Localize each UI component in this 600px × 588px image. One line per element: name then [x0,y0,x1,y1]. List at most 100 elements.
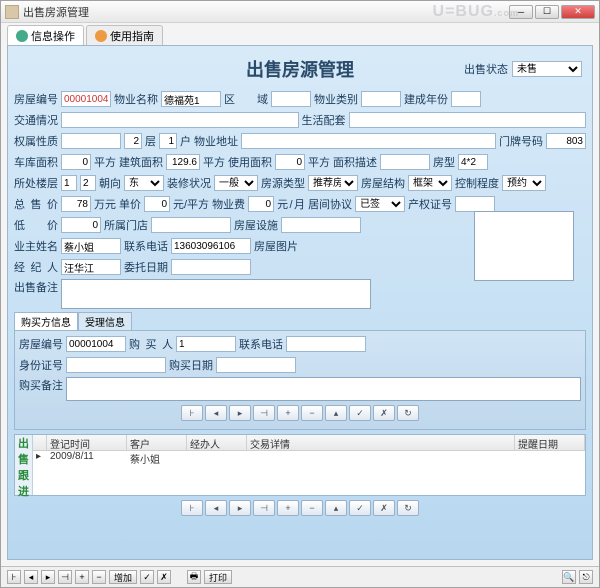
life-input[interactable] [349,112,587,128]
b-remark-textarea[interactable] [66,377,581,401]
house-image[interactable] [474,211,574,281]
bb-add[interactable]: + [75,570,89,584]
fu-prev-button[interactable]: ◂ [205,500,227,516]
bb-cancel[interactable]: ✗ [157,570,171,584]
deco-select[interactable]: 一般 [214,175,258,191]
fu-cancel-button[interactable]: ✗ [373,500,395,516]
table-row[interactable]: ▸ 2009/8/11 蔡小姐 [33,451,585,465]
help-icon [95,30,107,42]
subtab-buyer[interactable]: 购买方信息 [14,312,78,330]
fu-delete-button[interactable]: − [301,500,323,516]
bb-exit[interactable]: ⎋ [579,570,593,584]
fee-input[interactable] [248,196,274,212]
door-input[interactable] [546,133,586,149]
prop-name-input[interactable] [161,91,221,107]
tab-info[interactable]: 信息操作 [7,25,84,45]
shop-label: 所属门店 [104,217,148,233]
refresh-button[interactable]: ↻ [397,405,419,421]
bb-first[interactable]: ⊦ [7,570,21,584]
bb-confirm[interactable]: ✓ [140,570,154,584]
b-houseno-label: 房屋编号 [19,336,63,352]
deco-label: 装修状况 [167,175,211,191]
tel-label: 联系电话 [124,238,168,254]
build-year-input[interactable] [451,91,481,107]
b-id-input[interactable] [66,357,166,373]
fu-edit-button[interactable]: ▴ [325,500,347,516]
delete-button[interactable]: − [301,405,323,421]
house-no-input[interactable] [61,91,111,107]
watermark: U=BUG.com [433,3,519,21]
tab-guide[interactable]: 使用指南 [86,25,163,45]
ctrl-select[interactable]: 预约 [502,175,546,191]
traffic-input[interactable] [61,112,299,128]
fu-first-button[interactable]: ⊦ [181,500,203,516]
edit-button[interactable]: ▴ [325,405,347,421]
buyer-navbar: ⊦ ◂ ▸ ⊣ + − ▴ ✓ ✗ ↻ [19,405,581,421]
remark-textarea[interactable] [61,279,371,309]
floor-input[interactable] [124,133,142,149]
bb-prev[interactable]: ◂ [24,570,38,584]
fu-next-button[interactable]: ▸ [229,500,251,516]
add-button[interactable]: + [277,405,299,421]
cancel-button[interactable]: ✗ [373,405,395,421]
bb-last[interactable]: ⊣ [58,570,72,584]
subtab-accept[interactable]: 受理信息 [78,312,132,330]
area-input[interactable] [271,91,311,107]
fu-refresh-button[interactable]: ↻ [397,500,419,516]
b-buyer-input[interactable] [176,336,236,352]
garage-input[interactable] [61,154,91,170]
confirm-button[interactable]: ✓ [349,405,371,421]
tel-input[interactable] [171,238,251,254]
first-button[interactable]: ⊦ [181,405,203,421]
fu-confirm-button[interactable]: ✓ [349,500,371,516]
prop-name-label: 物业名称 [114,91,158,107]
b-date-input[interactable] [216,357,296,373]
app-window: 出售房源管理 U=BUG.com ─ ☐ ✕ 信息操作 使用指南 出售房源管理 … [0,0,600,588]
next-button[interactable]: ▸ [229,405,251,421]
unitprice-input[interactable] [144,196,170,212]
titlebar: 出售房源管理 U=BUG.com ─ ☐ ✕ [1,1,599,23]
followup-table[interactable]: 登记时间 客户 经办人 交易详情 提醒日期 ▸ 2009/8/11 蔡小姐 [33,435,585,495]
usearea-input[interactable] [275,154,305,170]
total-input[interactable] [61,196,91,212]
cert-input[interactable] [455,196,495,212]
struct-select[interactable]: 框架 [408,175,452,191]
status-select[interactable]: 未售 [512,61,582,77]
prop-type-input[interactable] [361,91,401,107]
bb-search[interactable]: 🔍 [562,570,576,584]
agree-select[interactable]: 已签 [355,196,405,212]
shop-input[interactable] [151,217,231,233]
ownership-input[interactable] [61,133,121,149]
b-houseno-input[interactable] [66,336,126,352]
prev-button[interactable]: ◂ [205,405,227,421]
owner-input[interactable] [61,238,121,254]
atfloor-b[interactable] [80,175,96,191]
atfloor-a[interactable] [61,175,77,191]
close-button[interactable]: ✕ [561,5,595,19]
bb-next[interactable]: ▸ [41,570,55,584]
srctype-select[interactable]: 推荐房 [308,175,358,191]
print-icon[interactable]: 🖶 [187,570,201,584]
bb-del[interactable]: − [92,570,106,584]
fu-add-button[interactable]: + [277,500,299,516]
roomtype-input[interactable] [458,154,488,170]
orient-select[interactable]: 东 [124,175,164,191]
low-input[interactable] [61,217,101,233]
addr-input[interactable] [241,133,496,149]
facility-input[interactable] [281,217,361,233]
areadesc-input[interactable] [380,154,430,170]
maximize-button[interactable]: ☐ [535,5,559,19]
bb-print-text[interactable]: 打印 [204,570,232,584]
unit-input[interactable] [159,133,177,149]
agent-input[interactable] [61,259,121,275]
fee-label: 物业费 [212,196,245,212]
fu-last-button[interactable]: ⊣ [253,500,275,516]
last-button[interactable]: ⊣ [253,405,275,421]
buildarea-input[interactable] [166,154,200,170]
owner-label: 业主姓名 [14,238,58,254]
bb-add-text[interactable]: 增加 [109,570,137,584]
perarea-unit: 元/平方 [173,196,209,212]
entrust-input[interactable] [171,259,251,275]
b-tel-input[interactable] [286,336,366,352]
traffic-label: 交通情况 [14,112,58,128]
